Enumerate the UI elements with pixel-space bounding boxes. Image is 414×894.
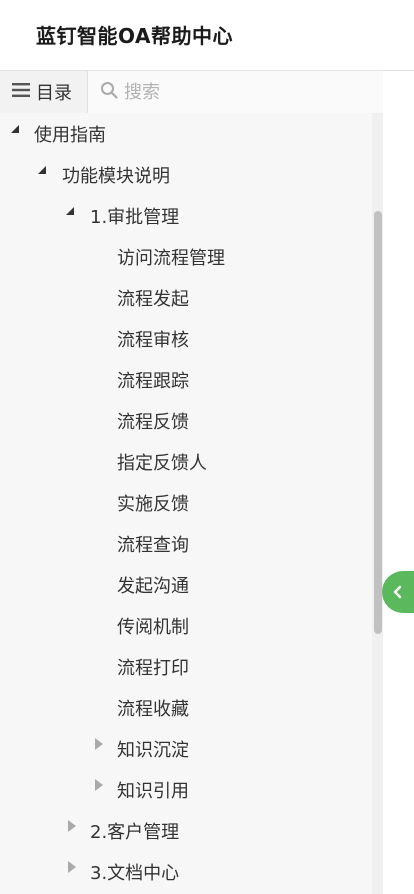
tree-item[interactable]: 2.客户管理	[0, 810, 372, 851]
search-input[interactable]	[124, 81, 324, 103]
tree-item[interactable]: 1.审批管理	[0, 195, 372, 236]
tree-item-label: 知识沉淀	[117, 739, 189, 761]
panel-tabs: 目录	[0, 71, 383, 113]
tree-item[interactable]: 流程发起	[0, 277, 372, 318]
page-title: 蓝钉智能OA帮助中心	[36, 24, 233, 48]
tree-item[interactable]: 知识沉淀	[0, 728, 372, 769]
tab-toc-label: 目录	[36, 83, 72, 104]
tree-item-label: 访问流程管理	[117, 247, 225, 269]
expanded-caret-icon[interactable]	[64, 205, 76, 217]
search-box[interactable]	[88, 71, 383, 113]
tree-item-label: 流程发起	[117, 288, 189, 310]
tree-item-label: 3.文档中心	[90, 862, 180, 884]
tree-item-label: 实施反馈	[117, 493, 189, 515]
toc-tree: 使用指南功能模块说明 1.审批管理访问流程管理 流程发起流程审核流程跟踪流程反馈指定…	[0, 113, 372, 894]
tree-item-label: 知识引用	[117, 780, 189, 802]
tree-item-label: 流程打印	[117, 657, 189, 679]
toc-panel: 目录 使用指南功能模块说明 1.审批管理访问流程管理流程发起流程审核流程跟踪流程反…	[0, 71, 383, 894]
tree-item[interactable]: 流程跟踪	[0, 359, 372, 400]
tree-item-label: 功能模块说明	[62, 165, 170, 187]
tree-item[interactable]: 功能模块说明	[0, 154, 372, 195]
chevron-left-icon	[392, 584, 404, 600]
tree-item[interactable]: 传阅机制	[0, 605, 372, 646]
list-icon	[12, 82, 30, 102]
scrollbar-thumb[interactable]	[374, 211, 382, 634]
tree-item-label: 流程反馈	[117, 411, 189, 433]
tree-item-label: 发起沟通	[117, 575, 189, 597]
collapsed-caret-icon[interactable]	[66, 861, 78, 873]
tree-item[interactable]: 访问流程管理	[0, 236, 372, 277]
collapsed-caret-icon[interactable]	[93, 738, 105, 750]
tree-item[interactable]: 使用指南	[0, 113, 372, 154]
tree-item[interactable]: 流程审核	[0, 318, 372, 359]
tree-item-label: 使用指南	[34, 124, 106, 146]
search-icon	[100, 81, 118, 103]
tree-item-label: 流程跟踪	[117, 370, 189, 392]
tree-item[interactable]: 流程收藏	[0, 687, 372, 728]
tree-item-label: 流程审核	[117, 329, 189, 351]
collapsed-caret-icon[interactable]	[93, 779, 105, 791]
tree-item-label: 传阅机制	[117, 616, 189, 638]
tab-toc[interactable]: 目录	[0, 71, 88, 113]
tree-item[interactable]: 流程打印	[0, 646, 372, 687]
tree-item-label: 2.客户管理	[90, 821, 180, 843]
tree-item[interactable]: 指定反馈人	[0, 441, 372, 482]
tree-item[interactable]: 实施反馈	[0, 482, 372, 523]
header: 蓝钉智能OA帮助中心	[0, 0, 414, 71]
collapse-panel-button[interactable]	[382, 571, 414, 613]
tree-item[interactable]: 知识引用	[0, 769, 372, 810]
tree-item[interactable]: 发起沟通	[0, 564, 372, 605]
expanded-caret-icon[interactable]	[36, 164, 48, 176]
tree-item-label: 流程查询	[117, 534, 189, 556]
tree-item-label: 指定反馈人	[117, 452, 207, 474]
collapsed-caret-icon[interactable]	[66, 820, 78, 832]
tree-item-label: 流程收藏	[117, 698, 189, 720]
tree-item-label: 1.审批管理	[90, 206, 180, 228]
expanded-caret-icon[interactable]	[9, 123, 21, 135]
tree-item[interactable]: 流程查询	[0, 523, 372, 564]
tree-item[interactable]: 流程反馈	[0, 400, 372, 441]
tree-item[interactable]: 3.文档中心	[0, 851, 372, 892]
